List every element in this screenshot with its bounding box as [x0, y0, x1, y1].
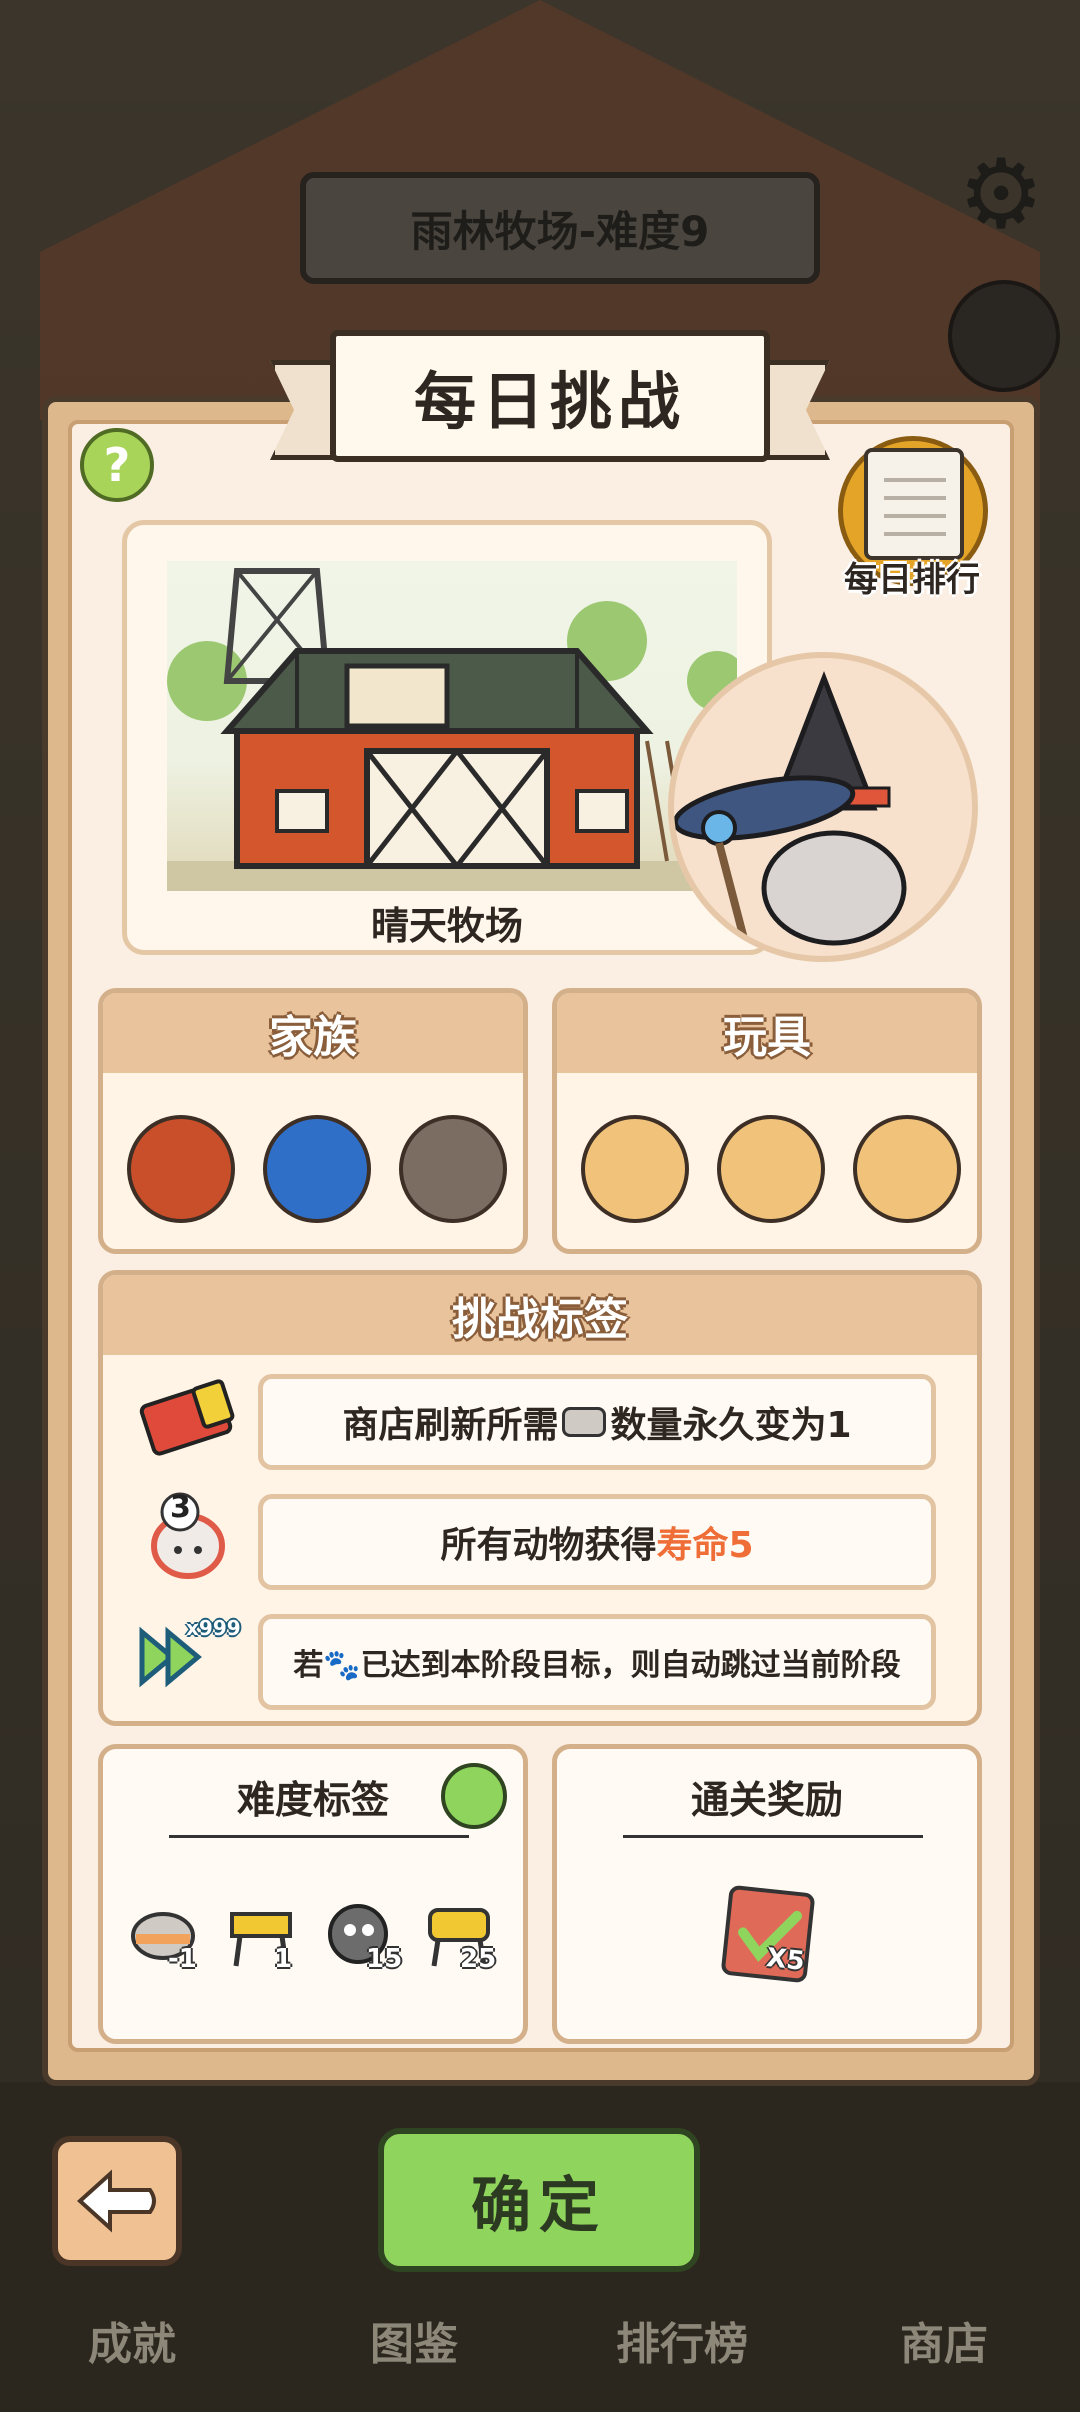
difficulty-tags-section: 难度标签: [98, 1744, 528, 2044]
gear-icon[interactable]: ⚙: [955, 146, 1047, 242]
family-title: 家族: [103, 993, 523, 1073]
reward-divider: [623, 1835, 923, 1838]
can-icon: -1: [128, 1900, 198, 1974]
jar-toy-icon[interactable]: [717, 1115, 825, 1223]
challenge-tag-3: 若🐾已达到本阶段目标，则自动跳过当前阶段: [258, 1614, 936, 1710]
reward-section: 通关奖励 X5: [552, 1744, 982, 2044]
map-card[interactable]: 晴天牧场: [122, 520, 772, 955]
daily-rank-label: 每日排行: [844, 560, 980, 600]
daily-rank-button[interactable]: 每日排行: [822, 436, 1002, 606]
reward-title: 通关奖励: [690, 1778, 843, 1822]
can-inline-icon: [562, 1407, 607, 1437]
vip-ticket-icon: [138, 1374, 238, 1464]
stage-title: 雨林牧场-难度9: [300, 172, 820, 284]
challenge-tag-1: 商店刷新所需 数量永久变为1: [258, 1374, 936, 1470]
checklist-card-icon[interactable]: X5: [720, 1884, 816, 1984]
tab-achievements[interactable]: 成就: [88, 2308, 176, 2372]
can-value: -1: [168, 1944, 197, 1974]
tag-1-suffix: 数量永久变为1: [610, 1405, 852, 1446]
fish-icon[interactable]: [263, 1115, 371, 1223]
difficulty-divider: [169, 1835, 469, 1838]
tab-collection[interactable]: 图鉴: [370, 2308, 458, 2372]
difficulty-up-icon[interactable]: [441, 1763, 507, 1829]
chicken-icon[interactable]: [127, 1115, 235, 1223]
barrier-big-icon: 25: [424, 1900, 496, 1974]
ghost-icon: 15: [326, 1900, 402, 1974]
x999-badge: x999: [186, 1616, 241, 1640]
reward-count: X5: [764, 1943, 806, 1977]
tag-2-highlight: 寿命5: [656, 1525, 754, 1566]
ghost-value: 15: [366, 1944, 403, 1974]
tab-leaderboard[interactable]: 排行榜: [616, 2308, 748, 2372]
barrier-icon: 1: [226, 1900, 296, 1974]
fast-forward-x999-icon: x999: [138, 1612, 241, 1702]
toys-section: 玩具: [552, 988, 982, 1254]
barrier-value: 1: [274, 1944, 293, 1974]
phone-toy-icon[interactable]: [581, 1115, 689, 1223]
map-name: 晴天牧场: [370, 904, 523, 948]
challenge-tag-2: 所有动物获得 寿命5: [258, 1494, 936, 1590]
family-section: 家族: [98, 988, 528, 1254]
toys-title: 玩具: [557, 993, 977, 1073]
avatar[interactable]: [948, 280, 1060, 392]
tab-shop[interactable]: 商店: [900, 2308, 988, 2372]
barrier-big-value: 25: [460, 1944, 497, 1974]
tag-2-prefix: 所有动物获得: [440, 1525, 657, 1566]
back-button[interactable]: [52, 2136, 182, 2266]
bowl-toy-icon[interactable]: [853, 1115, 961, 1223]
wizard-character-portrait: [668, 652, 978, 962]
help-button[interactable]: ?: [80, 428, 154, 502]
alpaca-icon[interactable]: [399, 1115, 507, 1223]
egg-3-icon: 3: [138, 1490, 238, 1580]
page-title: 每日挑战: [330, 330, 770, 462]
challenge-tags-title: 挑战标签: [103, 1275, 977, 1355]
confirm-button[interactable]: 确定: [378, 2128, 700, 2272]
scroll-icon: [864, 448, 964, 560]
barn-image: [167, 561, 737, 891]
egg-number: 3: [170, 1490, 191, 1525]
tag-1-prefix: 商店刷新所需: [342, 1405, 559, 1446]
